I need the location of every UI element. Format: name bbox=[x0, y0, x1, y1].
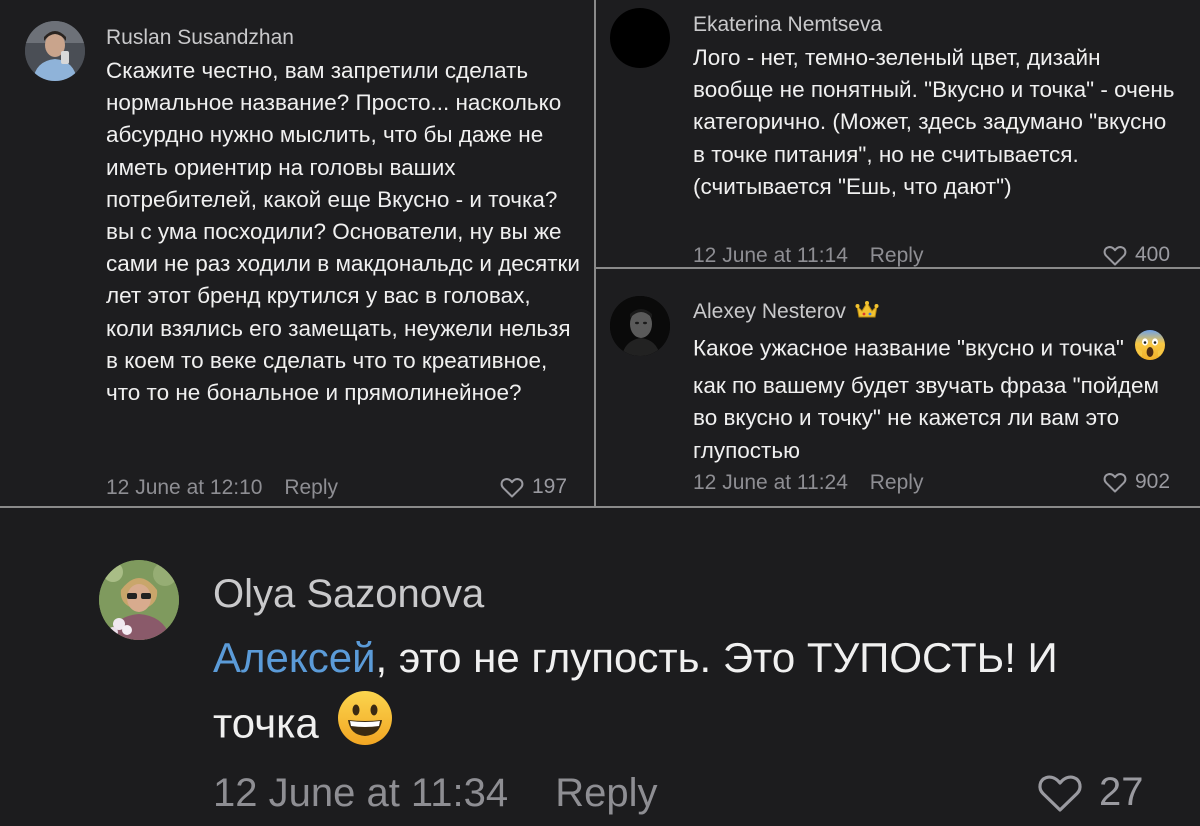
like-count: 27 bbox=[1099, 770, 1144, 814]
reply-button[interactable]: Reply bbox=[870, 244, 924, 267]
timestamp: 12 June at 12:10 bbox=[106, 476, 263, 499]
scream-emoji-icon bbox=[1134, 329, 1166, 370]
avatar[interactable] bbox=[99, 560, 179, 640]
crown-icon bbox=[855, 300, 879, 325]
timestamp: 12 June at 11:34 bbox=[213, 771, 509, 815]
comment-meta: 12 June at 11:24 Reply bbox=[693, 471, 923, 495]
like-count: 902 bbox=[1135, 470, 1171, 493]
reply-button[interactable]: Reply bbox=[555, 771, 657, 815]
like-button[interactable]: 902 bbox=[1103, 470, 1170, 494]
like-button[interactable]: 197 bbox=[500, 475, 567, 499]
comment-text: Алексей, это не глупость. Это ТУПОСТЬ! И… bbox=[213, 627, 1173, 764]
comment-meta: 12 June at 12:10 Reply bbox=[106, 476, 338, 500]
avatar[interactable] bbox=[610, 296, 670, 356]
mention-link[interactable]: Алексей bbox=[213, 634, 376, 681]
like-button[interactable]: 400 bbox=[1103, 243, 1170, 267]
comment-text: Лого - нет, темно-зеленый цвет, дизайн в… bbox=[693, 45, 1175, 199]
avatar[interactable] bbox=[25, 21, 85, 81]
comment-alexey: Alexey Nesterov Какое ужасное название "… bbox=[596, 269, 1200, 506]
comment-meta: 12 June at 11:14 Reply bbox=[693, 244, 923, 267]
avatar[interactable] bbox=[610, 8, 670, 68]
timestamp: 12 June at 11:14 bbox=[693, 244, 848, 267]
author-name[interactable]: Alexey Nesterov bbox=[693, 300, 879, 325]
reply-button[interactable]: Reply bbox=[284, 476, 338, 499]
vertical-divider bbox=[594, 0, 596, 506]
like-count: 400 bbox=[1135, 243, 1171, 266]
grinning-emoji-icon bbox=[336, 689, 394, 764]
author-name[interactable]: Ruslan Susandzhan bbox=[106, 26, 294, 50]
like-button[interactable]: 27 bbox=[1037, 770, 1144, 815]
heart-icon bbox=[1103, 245, 1127, 266]
comment-meta: 12 June at 11:34 Reply bbox=[213, 771, 657, 816]
reply-button[interactable]: Reply bbox=[870, 471, 924, 494]
comment-ekaterina: Ekaterina Nemtseva Лого - нет, темно-зел… bbox=[596, 0, 1200, 267]
heart-icon bbox=[1037, 773, 1083, 813]
heart-icon bbox=[500, 477, 524, 498]
comment-ruslan: Ruslan Susandzhan Скажите честно, вам за… bbox=[0, 0, 594, 506]
like-count: 197 bbox=[532, 475, 568, 498]
author-name[interactable]: Olya Sazonova bbox=[213, 572, 484, 617]
author-name[interactable]: Ekaterina Nemtseva bbox=[693, 13, 882, 37]
heart-icon bbox=[1103, 472, 1127, 493]
timestamp: 12 June at 11:24 bbox=[693, 471, 848, 494]
comment-olya: Olya Sazonova Алексей, это не глупость. … bbox=[0, 508, 1200, 826]
horizontal-divider bbox=[596, 267, 1200, 269]
comment-text: Скажите честно, вам запретили сделать но… bbox=[106, 58, 580, 406]
comment-text: Какое ужасное название "вкусно и точка" … bbox=[693, 329, 1183, 467]
